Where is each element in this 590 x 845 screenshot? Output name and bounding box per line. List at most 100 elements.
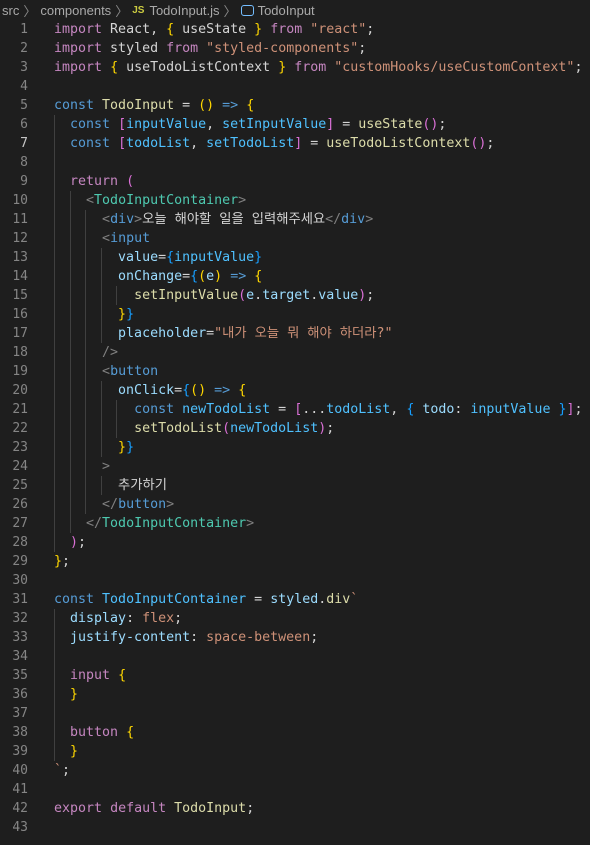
code-line[interactable]: 27 </TodoInputContainer>: [0, 514, 590, 533]
code-line[interactable]: 4: [0, 77, 590, 96]
line-number: 42: [12, 801, 28, 816]
code-token: `: [350, 592, 359, 607]
code-line[interactable]: 37: [0, 704, 590, 723]
code-token: ...: [302, 402, 327, 417]
code-line[interactable]: 8: [0, 153, 590, 172]
code-token: inputValue: [126, 117, 207, 132]
code-token: =: [270, 402, 295, 417]
code-line[interactable]: 12 <input: [0, 229, 590, 248]
code-line[interactable]: 5 const TodoInput = () => {: [0, 96, 590, 115]
code-token: div: [326, 592, 351, 607]
breadcrumb-item-symbol[interactable]: TodoInput: [258, 3, 315, 18]
code-line[interactable]: 29};: [0, 552, 590, 571]
code-token: import: [54, 60, 103, 75]
code-line[interactable]: 24 >: [0, 457, 590, 476]
code-line[interactable]: 34: [0, 647, 590, 666]
code-line[interactable]: 36 }: [0, 685, 590, 704]
code-area[interactable]: 1 import React, { useState } from "react"…: [0, 20, 590, 837]
code-line[interactable]: 35 input {: [0, 666, 590, 685]
line-content: onClick={() => {: [54, 381, 246, 400]
code-line[interactable]: 30: [0, 571, 590, 590]
code-token: import: [54, 22, 103, 37]
code-token: const: [54, 592, 95, 607]
code-token: newTodoList: [182, 402, 271, 417]
code-token: from: [166, 41, 199, 56]
js-file-icon: JS: [132, 4, 145, 16]
code-line[interactable]: 9 return (: [0, 172, 590, 191]
code-token: ;: [366, 22, 375, 37]
code-line[interactable]: 33 justify-content: space-between;: [0, 628, 590, 647]
code-token: (: [222, 421, 231, 436]
code-line[interactable]: 21 const newTodoList = [...todoList, { t…: [0, 400, 590, 419]
code-line[interactable]: 25 추가하기: [0, 476, 590, 495]
code-token: :: [126, 611, 143, 626]
code-line[interactable]: 23 }}: [0, 438, 590, 457]
breadcrumb-item-file[interactable]: TodoInput.js: [149, 3, 219, 18]
code-line[interactable]: 6 const [inputValue, setInputValue] = us…: [0, 115, 590, 134]
code-line[interactable]: 28 );: [0, 533, 590, 552]
line-number: 43: [12, 820, 28, 835]
line-content: const newTodoList = [...todoList, { todo…: [54, 400, 582, 419]
code-line[interactable]: 15 setInputValue(e.target.value);: [0, 286, 590, 305]
code-line[interactable]: 18 />: [0, 343, 590, 362]
code-token: {: [126, 725, 135, 740]
code-line[interactable]: 40 `;: [0, 761, 590, 780]
line-content: button {: [54, 723, 134, 742]
line-content: >: [54, 457, 110, 476]
code-token: }: [70, 687, 79, 702]
code-token: todoList: [326, 402, 391, 417]
code-token: value: [318, 288, 359, 303]
code-token: }: [54, 554, 63, 569]
line-content: }: [54, 685, 78, 704]
code-token: from: [270, 22, 303, 37]
code-token: (): [190, 383, 207, 398]
code-line[interactable]: 26 </button>: [0, 495, 590, 514]
code-token: </: [86, 516, 103, 531]
code-line[interactable]: 2 import styled from "styled-components";: [0, 39, 590, 58]
code-line[interactable]: 7 const [todoList, setTodoList] = useTod…: [0, 134, 590, 153]
code-token: setTodoList: [206, 136, 295, 151]
breadcrumb-item-src[interactable]: src: [2, 3, 19, 18]
code-line[interactable]: 14 onChange={(e) => {: [0, 267, 590, 286]
code-token: TodoInput: [102, 98, 175, 113]
code-token: .: [254, 288, 263, 303]
code-line[interactable]: 31 const TodoInputContainer = styled.div`: [0, 590, 590, 609]
code-line[interactable]: 22 setTodoList(newTodoList);: [0, 419, 590, 438]
line-content: }: [54, 742, 78, 761]
code-line[interactable]: 32 display: flex;: [0, 609, 590, 628]
code-line[interactable]: 43: [0, 818, 590, 837]
code-line[interactable]: 13 value={inputValue}: [0, 248, 590, 267]
code-line[interactable]: 3 import { useTodoListContext } from "cus…: [0, 58, 590, 77]
code-line[interactable]: 1 import React, { useState } from "react"…: [0, 20, 590, 39]
code-line[interactable]: 19 <button: [0, 362, 590, 381]
code-line[interactable]: 41: [0, 780, 590, 799]
code-line[interactable]: 17 placeholder="내가 오늘 뭐 해야 하더라?": [0, 324, 590, 343]
code-line[interactable]: 20 onClick={() => {: [0, 381, 590, 400]
code-token: inputValue: [470, 402, 551, 417]
code-token: TodoInputContainer: [102, 592, 247, 607]
code-token: }: [254, 22, 263, 37]
line-number: 8: [20, 155, 28, 170]
code-token: todo: [422, 402, 455, 417]
breadcrumb-item-components[interactable]: components: [40, 3, 111, 18]
code-line[interactable]: 10 <TodoInputContainer>: [0, 191, 590, 210]
code-line[interactable]: 39 }: [0, 742, 590, 761]
code-line[interactable]: 38 button {: [0, 723, 590, 742]
code-line[interactable]: 42 export default TodoInput;: [0, 799, 590, 818]
code-token: import: [54, 41, 103, 56]
code-token: return: [70, 174, 119, 189]
code-line[interactable]: 11 <div>오늘 해야할 일을 입력해주세요</div>: [0, 210, 590, 229]
code-line[interactable]: 16 }}: [0, 305, 590, 324]
code-token: =>: [214, 383, 231, 398]
code-editor[interactable]: src 〉 components 〉 JS TodoInput.js 〉 Tod…: [0, 0, 590, 845]
line-content: };: [54, 552, 70, 571]
code-token: }: [118, 307, 127, 322]
